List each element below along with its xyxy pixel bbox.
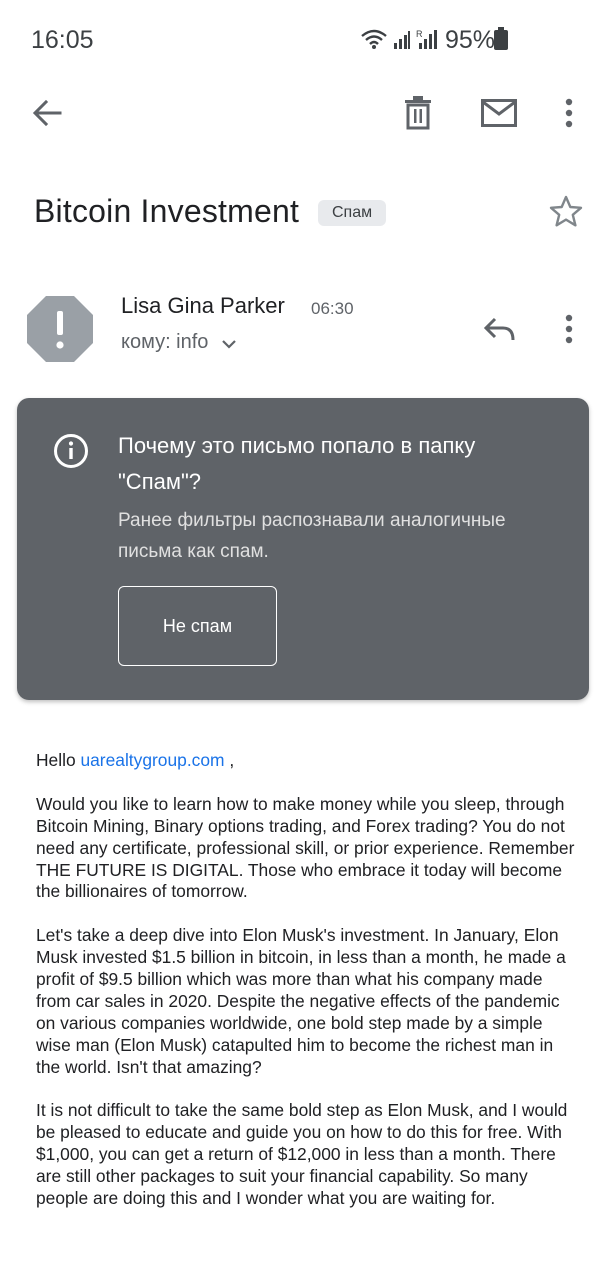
greeting-prefix: Hello <box>36 750 81 770</box>
wifi-icon <box>361 29 387 49</box>
recipient-details-toggle[interactable]: кому: info <box>121 331 237 354</box>
back-button[interactable] <box>22 88 72 138</box>
mark-unread-button[interactable] <box>473 88 525 138</box>
battery-percent: 95% <box>445 26 496 54</box>
status-time: 16:05 <box>31 26 94 54</box>
greeting: Hello uarealtygroup.com , <box>36 750 576 772</box>
email-time: 06:30 <box>311 299 354 318</box>
back-arrow-icon <box>32 99 62 127</box>
reply-icon <box>483 317 515 341</box>
signal-roaming-icon: R <box>416 29 437 49</box>
spam-warning-title: Почему это письмо попало в папку "Спам"? <box>118 433 476 494</box>
spam-warning-card: Почему это письмо попало в папку "Спам"?… <box>17 398 589 700</box>
spam-label-chip[interactable]: Спам <box>318 200 387 226</box>
sender-name[interactable]: Lisa Gina Parker <box>121 293 285 319</box>
not-spam-button[interactable]: Не спам <box>118 586 277 666</box>
body-paragraph: Would you like to learn how to make mone… <box>36 793 575 902</box>
more-vertical-icon <box>565 314 573 344</box>
email-subject: Bitcoin Investment <box>34 193 300 229</box>
more-vertical-icon <box>565 98 573 128</box>
body-paragraph: It is not difficult to take the same bol… <box>36 1100 568 1209</box>
spam-warning-description: Ранее фильтры распознавали аналогичные п… <box>118 510 506 562</box>
trash-icon <box>405 96 431 130</box>
greeting-link[interactable]: uarealtygroup.com <box>80 750 224 770</box>
more-options-button[interactable] <box>549 88 589 138</box>
message-more-button[interactable] <box>549 306 589 352</box>
svg-text:R: R <box>416 29 423 39</box>
email-body: Hello uarealtygroup.com , Would you like… <box>36 750 576 1232</box>
chevron-down-icon <box>222 340 237 349</box>
battery-icon <box>494 27 508 50</box>
sender-warning-avatar <box>27 296 93 362</box>
star-button[interactable] <box>545 190 587 232</box>
mail-icon <box>481 99 517 127</box>
recipient-text: кому: info <box>121 331 209 353</box>
status-bar: 16:05 R 95% <box>0 0 606 80</box>
delete-button[interactable] <box>393 88 443 138</box>
body-paragraph: Let's take a deep dive into Elon Musk's … <box>36 925 566 1077</box>
reply-button[interactable] <box>476 306 522 352</box>
star-icon <box>549 195 583 227</box>
signal-icon <box>394 31 410 49</box>
greeting-suffix: , <box>224 750 235 770</box>
info-icon <box>54 434 88 468</box>
